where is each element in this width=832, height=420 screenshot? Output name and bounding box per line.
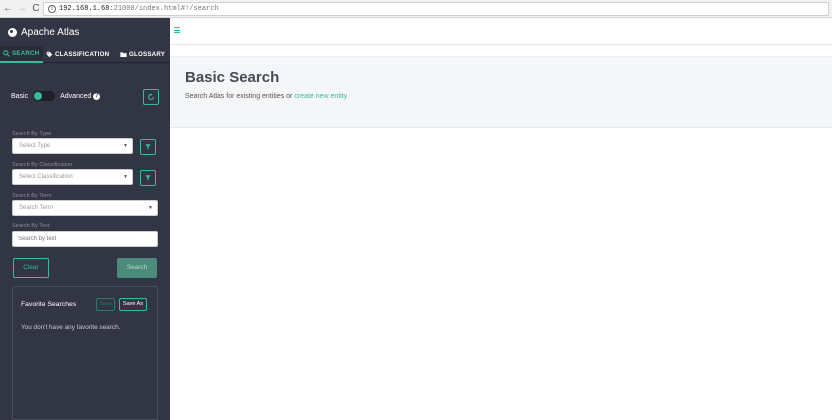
term-label: Search By Term — [12, 193, 52, 199]
sidebar-tabs: SEARCH CLASSIFICATION GLOSSARY — [0, 46, 170, 63]
chevron-down-icon: ▼ — [123, 174, 128, 180]
reload-icon[interactable]: C — [30, 2, 42, 16]
favorite-empty-message: You don't have any favorite search. — [21, 324, 121, 331]
browser-toolbar: ← → C i 192.168.1.68:21000/index.html#!/… — [0, 0, 832, 18]
tab-classification-label: CLASSIFICATION — [55, 51, 110, 58]
subtitle-text: Search Atlas for existing entities or — [185, 93, 295, 100]
create-entity-link[interactable]: create new entity — [294, 93, 347, 100]
folder-icon — [120, 52, 127, 57]
favorite-searches-panel: Favorite Searches Save Save As You don't… — [12, 286, 158, 420]
brand-name: Apache Atlas — [21, 26, 80, 38]
url-text: 192.168.1.68:21000/index.html#!/search — [59, 5, 219, 13]
chevron-down-icon: ▼ — [123, 143, 128, 149]
classification-select[interactable]: Select Classification ▼ — [12, 169, 133, 185]
main-content: Basic Search Search Atlas for existing e… — [170, 18, 832, 420]
back-arrow-icon[interactable]: ← — [2, 2, 14, 16]
save-as-favorite-button[interactable]: Save As — [119, 298, 147, 311]
filter-icon — [145, 144, 151, 150]
forward-arrow-icon[interactable]: → — [16, 2, 28, 16]
tab-search[interactable]: SEARCH — [0, 46, 43, 63]
top-bar — [170, 18, 832, 45]
brand[interactable]: Apache Atlas — [0, 18, 170, 46]
page-title: Basic Search — [185, 69, 280, 86]
tag-icon — [46, 51, 53, 58]
save-favorite-button[interactable]: Save — [96, 298, 115, 311]
tab-glossary-label: GLOSSARY — [129, 51, 166, 58]
sidebar: Apache Atlas SEARCH CLASSIFICATION GLOSS… — [0, 18, 170, 420]
refresh-icon — [148, 93, 154, 100]
basic-label: Basic — [11, 92, 29, 100]
filter-icon — [145, 175, 151, 181]
help-icon[interactable]: ? — [93, 92, 101, 100]
search-button[interactable]: Search — [117, 258, 157, 278]
page-subtitle: Search Atlas for existing entities or cr… — [185, 93, 347, 100]
text-search-input[interactable] — [12, 231, 158, 247]
classification-filter-button[interactable] — [140, 170, 156, 186]
tab-classification[interactable]: CLASSIFICATION — [43, 46, 116, 63]
type-select[interactable]: Select Type ▼ — [12, 138, 133, 154]
search-header: Basic Search Search Atlas for existing e… — [170, 56, 832, 128]
classification-label: Search By Classification — [12, 162, 73, 168]
refresh-button[interactable] — [143, 89, 159, 105]
tab-search-label: SEARCH — [12, 50, 40, 57]
globe-icon — [8, 27, 17, 37]
tab-glossary[interactable]: GLOSSARY — [116, 46, 170, 63]
search-icon — [3, 50, 10, 57]
term-select[interactable]: Search Term ▼ — [12, 200, 158, 216]
address-bar[interactable]: i 192.168.1.68:21000/index.html#!/search — [43, 2, 829, 16]
info-icon[interactable]: i — [48, 5, 56, 13]
search-mode-toggle-row: Basic Advanced ? — [11, 87, 159, 105]
chevron-down-icon: ▼ — [148, 205, 153, 211]
switch-knob — [34, 92, 43, 100]
clear-button[interactable]: Clear — [13, 258, 49, 278]
classification-select-value: Select Classification — [19, 174, 73, 180]
type-label: Search By Type — [12, 131, 52, 137]
search-mode-switch[interactable] — [33, 91, 56, 101]
type-select-value: Select Type — [19, 143, 51, 149]
favorite-searches-title: Favorite Searches — [21, 301, 77, 308]
text-label: Search By Text — [12, 223, 50, 229]
term-select-value: Search Term — [19, 205, 53, 211]
advanced-label: Advanced — [60, 92, 92, 100]
menu-toggle-icon[interactable] — [174, 27, 180, 33]
type-filter-button[interactable] — [140, 139, 156, 155]
